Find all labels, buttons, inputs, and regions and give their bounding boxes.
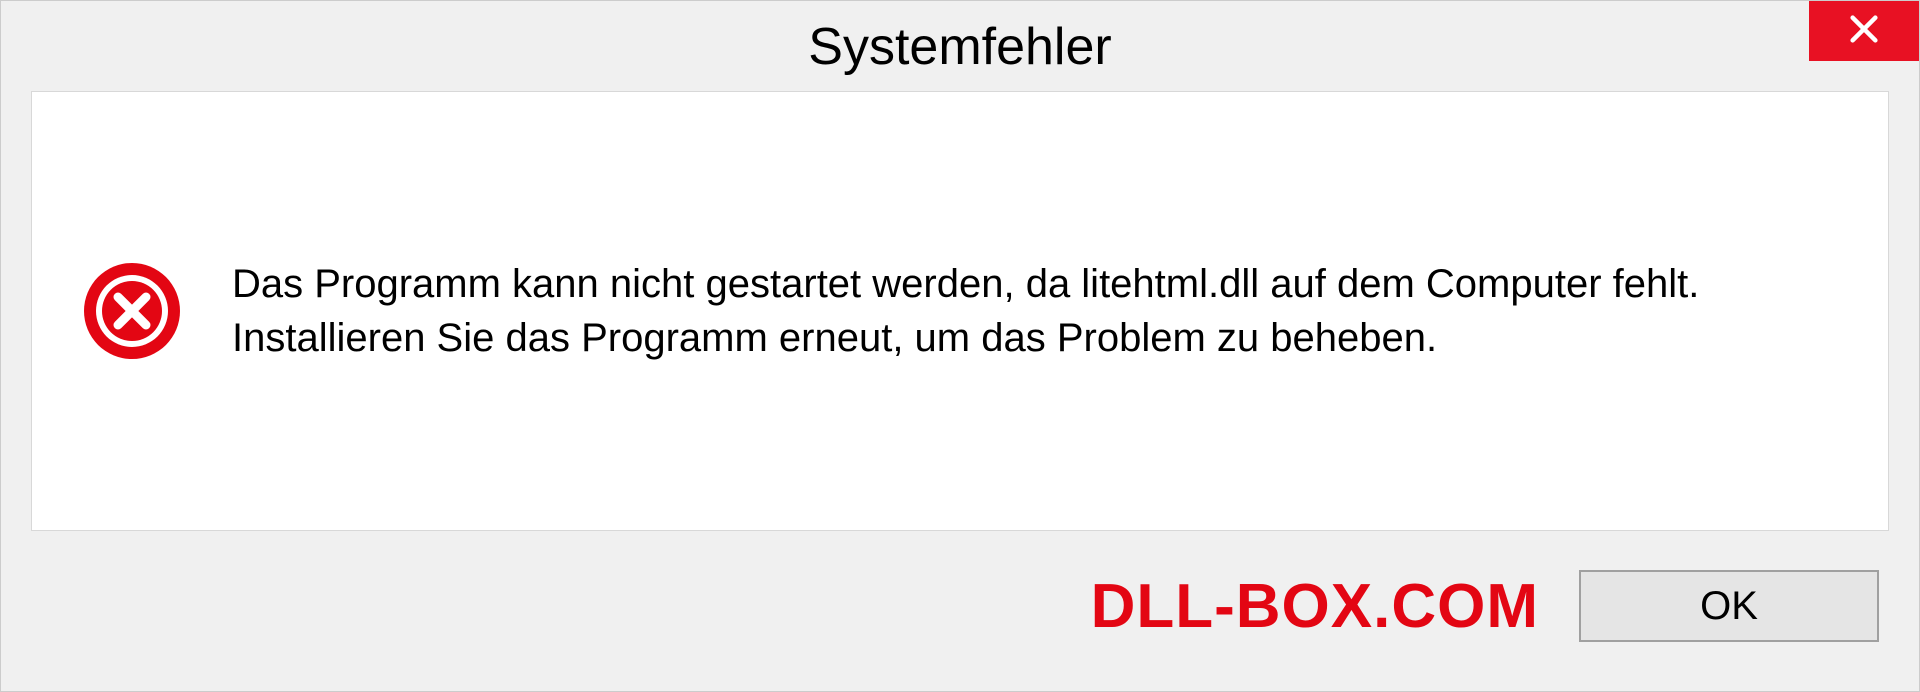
system-error-dialog: Systemfehler Das Programm kann nicht ges… <box>0 0 1920 692</box>
dialog-title: Systemfehler <box>808 17 1111 77</box>
ok-button[interactable]: OK <box>1579 570 1879 642</box>
close-icon <box>1847 12 1881 51</box>
footer-area: DLL-BOX.COM OK <box>1 551 1919 691</box>
content-area: Das Programm kann nicht gestartet werden… <box>31 91 1889 531</box>
error-message: Das Programm kann nicht gestartet werden… <box>232 257 1838 365</box>
watermark-text: DLL-BOX.COM <box>1091 571 1539 642</box>
title-bar: Systemfehler <box>1 1 1919 91</box>
error-icon <box>82 261 182 361</box>
close-button[interactable] <box>1809 1 1919 61</box>
